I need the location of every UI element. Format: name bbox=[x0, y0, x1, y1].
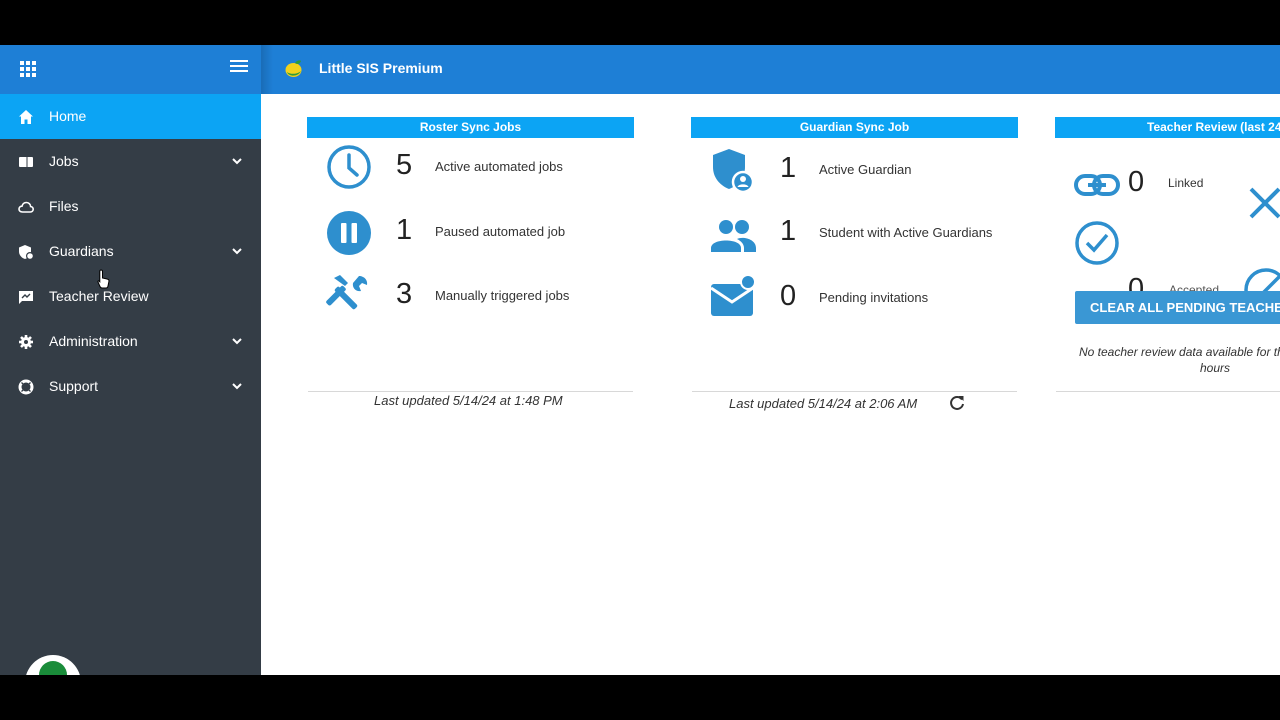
jobs-icon bbox=[19, 157, 33, 167]
check-circle-icon bbox=[1075, 221, 1119, 265]
sidebar: Home Jobs Files Guardians Teacher Review… bbox=[0, 45, 261, 675]
stat-label: Linked bbox=[1168, 176, 1204, 190]
sidebar-item-label: Jobs bbox=[49, 153, 79, 169]
sidebar-item-guardians[interactable]: Guardians bbox=[0, 229, 261, 274]
empty-message: No teacher review data available for the… bbox=[1079, 345, 1280, 359]
stat-value: 0 bbox=[1128, 166, 1145, 198]
sidebar-item-jobs[interactable]: Jobs bbox=[0, 139, 261, 184]
app-logo-icon bbox=[285, 60, 302, 77]
clear-pending-reviews-button[interactable]: CLEAR ALL PENDING TEACHER REVIEWS bbox=[1075, 291, 1280, 324]
pause-icon bbox=[327, 211, 371, 255]
last-updated-text: Last updated 5/14/24 at 1:48 PM bbox=[374, 393, 563, 408]
sidebar-item-label: Administration bbox=[49, 333, 138, 349]
mouse-pointer-icon bbox=[97, 269, 110, 289]
sidebar-item-label: Files bbox=[49, 198, 79, 214]
sidebar-item-files[interactable]: Files bbox=[0, 184, 261, 229]
stat-value: 3 bbox=[396, 278, 413, 310]
avatar[interactable] bbox=[25, 655, 81, 675]
stat-value: 1 bbox=[780, 152, 797, 184]
tools-icon bbox=[326, 275, 368, 310]
stat-paused-automated: 1 Paused automated job bbox=[326, 210, 626, 260]
stat-label: Pending invitations bbox=[819, 290, 929, 305]
people-icon bbox=[711, 220, 756, 252]
card-header: Roster Sync Jobs bbox=[307, 117, 634, 138]
sidebar-header bbox=[0, 45, 261, 94]
stat-label: Paused automated job bbox=[435, 224, 566, 239]
close-x-icon bbox=[1249, 187, 1280, 219]
stat-active-automated: 5 Active automated jobs bbox=[326, 144, 626, 194]
sidebar-item-label: Home bbox=[49, 108, 87, 124]
sidebar-item-label: Support bbox=[49, 378, 99, 394]
card-header: Teacher Review (last 24 hours) bbox=[1055, 117, 1280, 138]
last-updated-text: Last updated 5/14/24 at 2:06 AM bbox=[729, 396, 918, 411]
chevron-down-icon bbox=[232, 248, 242, 255]
roster-sync-card: Roster Sync Jobs 5 Active automated jobs… bbox=[307, 117, 634, 408]
card-header: Guardian Sync Job bbox=[691, 117, 1018, 138]
sidebar-item-administration[interactable]: Administration bbox=[0, 319, 261, 364]
guardians-icon bbox=[19, 245, 34, 260]
stat-active-guardian: 1 Active Guardian bbox=[710, 147, 1010, 197]
app-title: Little SIS Premium bbox=[319, 60, 443, 76]
sidebar-item-label: Guardians bbox=[49, 243, 114, 259]
review-icon bbox=[19, 291, 33, 304]
clock-icon bbox=[327, 145, 371, 189]
guardian-sync-card: Guardian Sync Job 1 Active Guardian 1 St… bbox=[691, 117, 1018, 411]
chevron-down-icon bbox=[232, 158, 242, 165]
stat-manually-triggered: 3 Manually triggered jobs bbox=[326, 272, 626, 322]
stat-pending-invitations: 0 Pending invitations bbox=[710, 274, 1010, 324]
mail-icon bbox=[710, 274, 756, 316]
sidebar-item-home[interactable]: Home bbox=[0, 94, 261, 139]
top-bar: Little SIS Premium bbox=[261, 45, 1280, 94]
sidebar-item-teacher-review[interactable]: Teacher Review bbox=[0, 274, 261, 319]
empty-message-line2: hours bbox=[1200, 361, 1231, 375]
stat-value: 0 bbox=[780, 280, 797, 312]
chevron-down-icon bbox=[232, 383, 242, 390]
topbar-shadow bbox=[261, 45, 273, 94]
stat-label: Active Guardian bbox=[819, 162, 912, 177]
hamburger-menu-icon[interactable] bbox=[229, 58, 249, 74]
avatar-logo bbox=[39, 661, 67, 675]
card-divider bbox=[1056, 391, 1280, 392]
card-divider bbox=[308, 391, 633, 392]
stat-label: Active automated jobs bbox=[435, 159, 563, 174]
cloud-icon bbox=[18, 201, 34, 213]
card-divider bbox=[692, 391, 1017, 392]
link-icon bbox=[1074, 174, 1120, 196]
stat-student-active-guardians: 1 Student with Active Guardians bbox=[710, 212, 1010, 262]
refresh-icon[interactable] bbox=[948, 394, 966, 412]
stat-label: Student with Active Guardians bbox=[819, 225, 993, 240]
chevron-down-icon bbox=[232, 338, 242, 345]
shield-user-icon bbox=[713, 149, 755, 193]
teacher-review-card: Teacher Review (last 24 hours) 0 Linked … bbox=[1055, 117, 1280, 392]
stat-value: 1 bbox=[780, 215, 797, 247]
home-icon bbox=[19, 110, 33, 124]
stat-label: Manually triggered jobs bbox=[435, 288, 570, 303]
gear-icon bbox=[19, 335, 33, 349]
sidebar-item-label: Teacher Review bbox=[49, 288, 149, 304]
sidebar-item-support[interactable]: Support bbox=[0, 364, 261, 409]
app-window: Home Jobs Files Guardians Teacher Review… bbox=[0, 45, 1280, 675]
stat-value: 1 bbox=[396, 214, 413, 246]
stat-value: 5 bbox=[396, 149, 413, 181]
apps-grid-icon[interactable] bbox=[20, 61, 36, 77]
lifebuoy-icon bbox=[18, 379, 34, 395]
